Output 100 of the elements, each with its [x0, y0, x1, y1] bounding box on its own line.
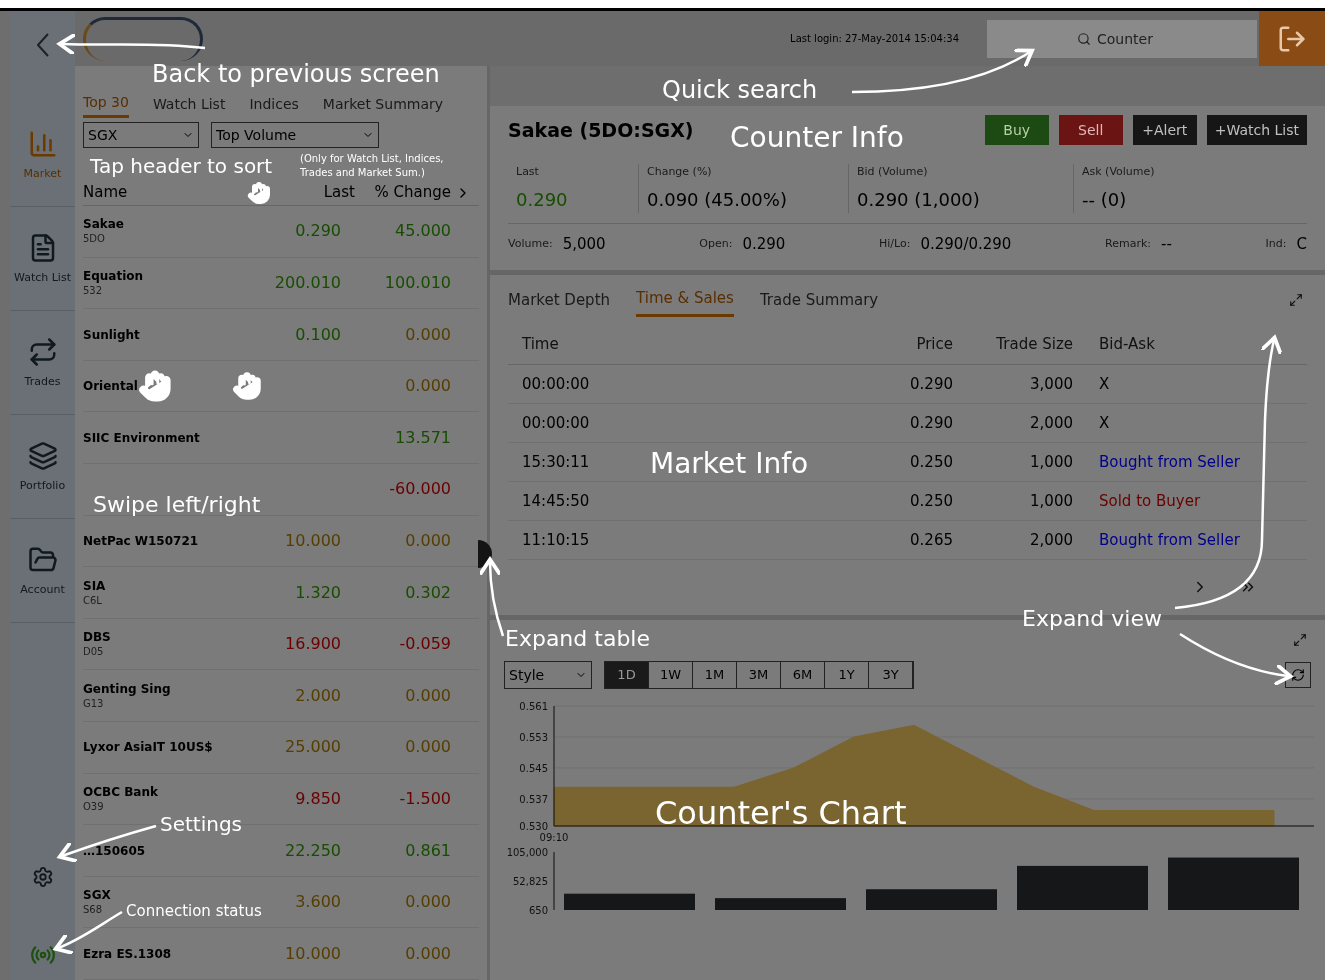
price-cell-text: 0.250 [909, 490, 953, 512]
range-button[interactable]: 1M [693, 662, 737, 688]
tab[interactable]: Indices [249, 90, 299, 118]
stat-label: Hi/Lo: [879, 235, 911, 252]
price-cell-text: 0.290 [909, 412, 953, 434]
stock-name: Ezra ES.1308 [83, 945, 172, 962]
tab[interactable]: Top 30 [83, 90, 129, 118]
stock-row[interactable]: Sakae 5DO 0.290 45.000 [83, 206, 479, 258]
percent-change: 0.000 [405, 530, 451, 550]
stock-name: SIIC Environment [83, 429, 200, 446]
layers-icon [27, 440, 58, 471]
last-price: 22.250 [285, 840, 341, 860]
stock-row[interactable]: Equation 532 200.010 100.010 [83, 257, 479, 310]
action-button[interactable]: +Alert [1132, 115, 1197, 145]
quote-label: Ask (Volume) [1082, 163, 1155, 180]
annotation-text: Tap header to sort [90, 153, 273, 179]
action-button[interactable]: Buy [984, 115, 1049, 145]
y-tick-label: 650 [528, 905, 548, 916]
column-header: Trade Size [995, 334, 1073, 356]
annotation-text: Market Info [650, 448, 809, 480]
logout-button[interactable] [1259, 11, 1325, 66]
stock-code: 532 [83, 284, 103, 298]
stock-code: C6L [83, 593, 102, 608]
stock-row[interactable]: Lyxor AsiaIT 10US$ 25.000 0.000 [83, 722, 479, 774]
y-tick-label: 0.537 [519, 793, 548, 805]
bid-ask-cell: X [1099, 374, 1110, 393]
stock-row[interactable]: SIA C6L 1.320 0.302 [83, 567, 479, 619]
column-header[interactable]: Name [83, 181, 128, 204]
refresh-button[interactable] [1285, 662, 1311, 688]
column-header: Bid-Ask [1098, 334, 1156, 356]
percent-change: 0.000 [405, 376, 451, 396]
time-cell-text: 15:30:11 [522, 451, 591, 473]
annotation-text: Expand table [505, 626, 650, 652]
stock-row[interactable]: DBS D05 16.900 -0.059 [83, 618, 479, 671]
stock-name: OCBC Bank [83, 783, 158, 800]
percent-change: 0.000 [405, 892, 451, 912]
percent-change: 0.000 [405, 324, 451, 344]
style-dropdown[interactable]: Style [504, 661, 592, 689]
annotation-text: Trades and Market Sum.) [300, 166, 425, 179]
quote-label: Change (%) [647, 163, 712, 180]
annotation-text: Counter's Chart [655, 795, 907, 831]
last-price: 1.320 [295, 582, 341, 602]
range-button[interactable]: 3M [737, 662, 781, 688]
quote-value: 0.090 (45.00%) [647, 188, 787, 213]
tab[interactable]: Market Summary [322, 90, 444, 118]
last-price: 9.850 [295, 788, 341, 808]
annotation-text: Quick search [662, 76, 818, 104]
percent-change: 0.000 [405, 943, 451, 963]
annotation-text: Swipe left/right [93, 492, 261, 518]
stock-name: SIA [83, 577, 106, 594]
percent-change: 0.000 [405, 737, 451, 757]
size-cell-text: 2,000 [1029, 412, 1073, 434]
search-field[interactable]: Counter [987, 19, 1257, 58]
stock-name: Sunlight [83, 326, 140, 343]
time-cell-text: 11:10:15 [522, 529, 591, 551]
stock-row[interactable]: Genting Sing G13 2.000 0.000 [83, 670, 479, 723]
y-tick-label: 0.561 [519, 701, 548, 712]
tab[interactable]: Watch List [152, 90, 226, 118]
tab[interactable]: Time & Sales [636, 283, 734, 317]
range-button[interactable]: 3Y [869, 662, 913, 688]
range-button[interactable]: 6M [781, 662, 825, 688]
percent-change: 45.000 [395, 221, 451, 241]
range-button[interactable]: 1W [649, 662, 693, 688]
stock-code: D05 [83, 645, 104, 660]
size-cell-text: 3,000 [1029, 373, 1073, 395]
size-cell-text: 2,000 [1029, 529, 1073, 551]
stat-value: 0.290/0.290 [920, 233, 1012, 255]
action-button[interactable]: Sell [1058, 115, 1123, 145]
annotation-text: Counter Info [730, 122, 904, 154]
stock-row[interactable]: SIIC Environment 13.571 [83, 412, 479, 465]
last-login-text: Last login: 27-May-2014 15:04:34 [790, 32, 959, 46]
exchange-icon [27, 336, 58, 367]
stock-name: Sakae [83, 216, 124, 233]
action-button[interactable]: +Watch List [1206, 115, 1307, 145]
percent-change: -60.000 [389, 479, 451, 499]
stat-label: Open: [699, 235, 733, 252]
tab[interactable]: Market Depth [508, 283, 611, 317]
stock-name: Equation [83, 268, 144, 284]
column-header[interactable]: Last [295, 181, 355, 204]
range-button[interactable]: 1Y [825, 662, 869, 688]
column-header[interactable]: % Change [355, 181, 451, 204]
stock-name: …150605 [83, 842, 146, 859]
stock-row[interactable]: Sunlight 0.100 0.000 [83, 309, 479, 361]
quote-value: -- (0) [1082, 188, 1127, 213]
tab[interactable]: Trade Summary [759, 283, 879, 317]
last-price: 10.000 [285, 943, 341, 963]
last-price: 0.290 [295, 221, 341, 241]
exchange-dropdown[interactable]: SGX [83, 122, 199, 148]
y-tick-label: 0.530 [519, 821, 548, 832]
range-button[interactable]: 1D [605, 662, 649, 688]
quote-value: 0.290 [516, 188, 568, 213]
price-cell-text: 0.250 [909, 451, 953, 473]
percent-change: 100.010 [384, 273, 451, 292]
stock-row[interactable]: Oriental 0.000 [83, 360, 479, 413]
y-tick-label: 105,000 [506, 847, 548, 858]
time-cell-text: 14:45:50 [522, 490, 591, 512]
stock-row[interactable]: Ezra ES.1308 10.000 0.000 [83, 928, 479, 980]
bid-ask-cell: Bought from Seller [1099, 452, 1240, 471]
y-tick-label: 52,825 [513, 876, 548, 887]
sort-dropdown[interactable]: Top Volume [211, 122, 379, 148]
